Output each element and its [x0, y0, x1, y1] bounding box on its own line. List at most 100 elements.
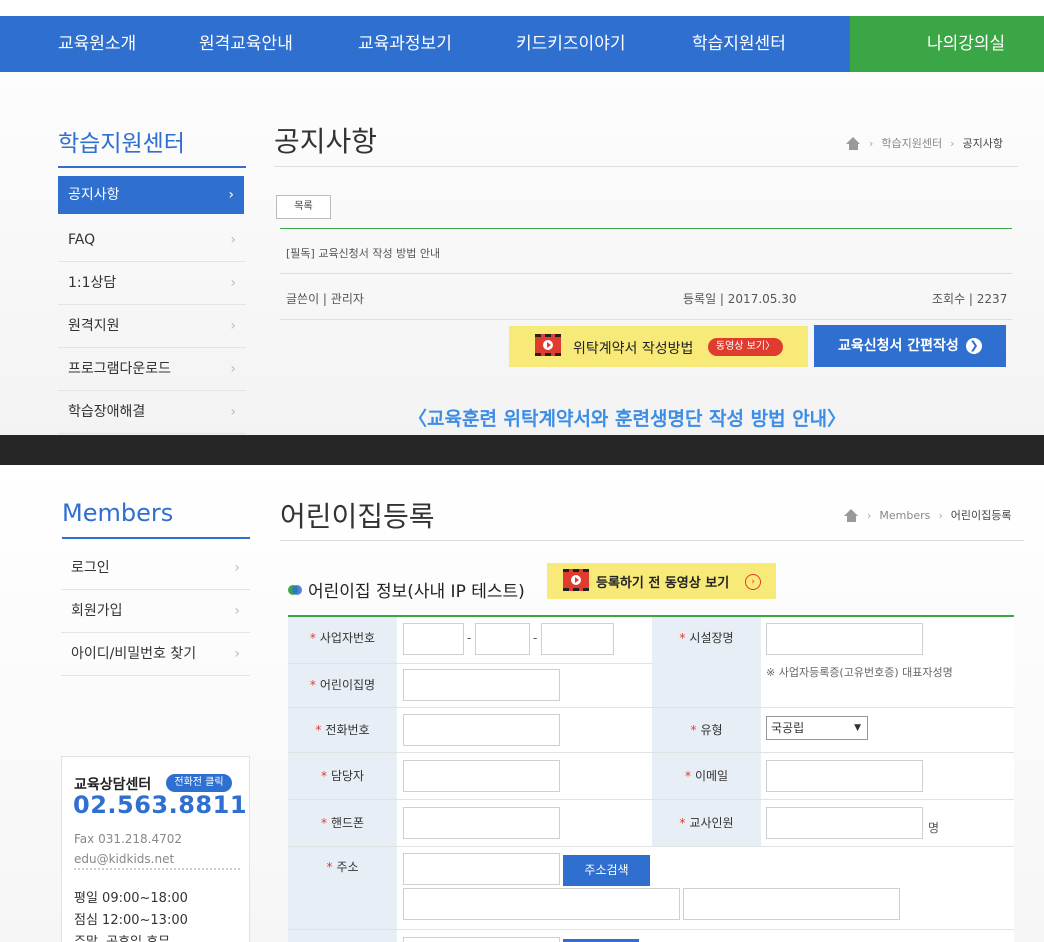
my-lecture-button[interactable]: 나의강의실 — [850, 16, 1044, 72]
consult-hours-weekend: 주말, 공휴일 휴무 — [74, 931, 170, 942]
daycare-name-input[interactable] — [403, 669, 560, 701]
label-next-row — [288, 930, 397, 942]
nav-item-about[interactable]: 교육원소개 — [58, 16, 136, 72]
sidebar-item-troubleshoot[interactable]: 학습장애해결 › — [58, 391, 246, 434]
facility-head-note: ※ 사업자등록증(고유번호증) 대표자성명 — [766, 666, 953, 679]
chevron-right-icon: › — [230, 232, 236, 248]
video-icon — [563, 569, 589, 591]
teachers-unit: 명 — [928, 821, 940, 835]
breadcrumb-item[interactable]: 학습지원센터 — [881, 135, 942, 151]
address-detail-input[interactable] — [683, 888, 900, 920]
home-icon[interactable] — [846, 136, 861, 150]
sidebar-item-login[interactable]: 로그인 › — [61, 547, 250, 590]
label-phone: * 전화번호 — [288, 708, 397, 752]
business-no-3-input[interactable] — [541, 623, 614, 655]
sidebar-item-notice[interactable]: 공지사항 › — [58, 176, 244, 214]
sidebar-item-signup[interactable]: 회원가입 › — [61, 590, 250, 633]
list-button[interactable]: 목록 — [276, 195, 331, 219]
sidebar-item-label: FAQ — [68, 232, 96, 248]
manager-input[interactable] — [403, 760, 560, 792]
breadcrumb-current: 어린이집등록 — [950, 509, 1012, 522]
breadcrumb-current: 공지사항 — [962, 137, 1004, 150]
sidebar-item-qna[interactable]: 1:1상담 › — [58, 262, 246, 305]
post-author: 글쓴이 | 관리자 — [286, 292, 364, 306]
business-no-2-input[interactable] — [475, 623, 530, 655]
sidebar-title: 학습지원센터 — [58, 131, 185, 157]
arrow-right-circle-icon: › — [745, 574, 761, 590]
label-email: * 이메일 — [652, 753, 761, 799]
post-top-line — [280, 228, 1012, 229]
chevron-right-icon: › — [230, 275, 236, 291]
video-icon — [535, 334, 561, 356]
top-strip — [0, 0, 1044, 16]
email-input[interactable] — [766, 760, 923, 792]
mobile-input[interactable] — [403, 807, 560, 839]
screenshot-divider — [0, 435, 1044, 465]
breadcrumb-item[interactable]: Members — [879, 509, 930, 522]
nav-item-story[interactable]: 키드키즈이야기 — [516, 16, 625, 72]
chevron-right-icon: › — [228, 187, 234, 203]
section-title-label: 어린이집 정보(사내 IP 테스트) — [308, 582, 525, 602]
nav-item-support[interactable]: 학습지원센터 — [692, 16, 786, 72]
contract-guide-button[interactable]: 위탁계약서 작성방법 동영상 보기〉 — [509, 326, 808, 367]
chevron-right-icon: › — [234, 603, 240, 619]
apply-form-button[interactable]: 교육신청서 간편작성 ❯ — [814, 325, 1006, 367]
label-mobile: * 핸드폰 — [288, 800, 397, 846]
label-address: * 주소 — [288, 847, 397, 931]
video-badge: 동영상 보기〉 — [708, 338, 783, 356]
dash: - — [467, 631, 472, 645]
address-search-button[interactable]: 주소검색 — [563, 855, 650, 886]
nav-item-remote-guide[interactable]: 원격교육안내 — [199, 16, 293, 72]
business-no-1-input[interactable] — [403, 623, 464, 655]
zipcode-input[interactable] — [403, 853, 560, 885]
caret-down-icon: ▼ — [854, 723, 861, 733]
sidebar-item-download[interactable]: 프로그램다운로드 › — [58, 348, 246, 391]
sidebar-title: Members — [62, 499, 174, 527]
notice-panel: 교육원소개 원격교육안내 교육과정보기 키드키즈이야기 학습지원센터 나의강의실… — [0, 0, 1044, 435]
chevron-right-icon: › — [867, 508, 872, 522]
contract-guide-label: 위탁계약서 작성방법 — [573, 341, 694, 357]
sidebar-item-label: 프로그램다운로드 — [68, 361, 172, 377]
daycare-form: * 사업자번호 * 시설장명 * 어린이집명 - - ※ 사업자등록증(고유번호증) … — [288, 615, 1014, 942]
guide-heading: 〈교육훈련 위탁계약서와 훈련생명단 작성 방법 안내〉 — [408, 408, 847, 430]
sidebar-item-remote-support[interactable]: 원격지원 › — [58, 305, 246, 348]
sidebar-item-faq[interactable]: FAQ › — [58, 219, 246, 262]
phone-input[interactable] — [403, 714, 560, 746]
sidebar-item-label: 1:1상담 — [68, 275, 117, 291]
consult-dotted-divider — [74, 868, 240, 870]
type-select[interactable]: 국공립 ▼ — [766, 716, 868, 740]
section-title: 어린이집 정보(사내 IP 테스트) — [288, 577, 525, 602]
title-divider — [280, 540, 1024, 541]
sidebar-item-label: 회원가입 — [71, 603, 123, 619]
label-teachers: * 교사인원 — [652, 800, 761, 846]
next-row-input[interactable] — [403, 937, 560, 942]
chevron-right-icon: › — [869, 136, 874, 150]
chevron-right-icon: › — [230, 318, 236, 334]
post-meta-divider — [280, 319, 1012, 320]
home-icon[interactable] — [844, 508, 859, 522]
video-guide-label: 등록하기 전 동영상 보기 — [596, 576, 730, 591]
post-title: [필독] 교육신청서 작성 방법 안내 — [286, 247, 441, 260]
chevron-right-icon: › — [950, 136, 955, 150]
bullet-icon — [288, 584, 302, 595]
nav-item-courses[interactable]: 교육과정보기 — [358, 16, 452, 72]
label-business-no: * 사업자번호 — [288, 617, 397, 663]
sidebar-title-line — [58, 166, 246, 168]
page-title: 공지사항 — [274, 125, 378, 158]
video-guide-button[interactable]: 등록하기 전 동영상 보기 › — [547, 563, 776, 599]
sidebar-item-find-account[interactable]: 아이디/비밀번호 찾기 › — [61, 633, 250, 676]
facility-head-input[interactable] — [766, 623, 923, 655]
sidebar-item-label: 공지사항 — [68, 187, 120, 203]
chevron-right-icon: › — [938, 508, 943, 522]
call-badge[interactable]: 전화전 클릭 — [166, 774, 232, 792]
consult-phone[interactable]: 02.563.8811 — [73, 791, 247, 819]
apply-form-label: 교육신청서 간편작성 — [838, 338, 959, 354]
sidebar-title-line — [62, 537, 250, 539]
breadcrumb: › Members › 어린이집등록 — [844, 507, 1012, 523]
address-input[interactable] — [403, 888, 680, 920]
sidebar-item-label: 원격지원 — [68, 318, 120, 334]
sidebar-item-label: 로그인 — [71, 560, 110, 576]
title-divider — [274, 166, 1018, 167]
teachers-input[interactable] — [766, 807, 923, 839]
page-title: 어린이집등록 — [280, 500, 435, 533]
